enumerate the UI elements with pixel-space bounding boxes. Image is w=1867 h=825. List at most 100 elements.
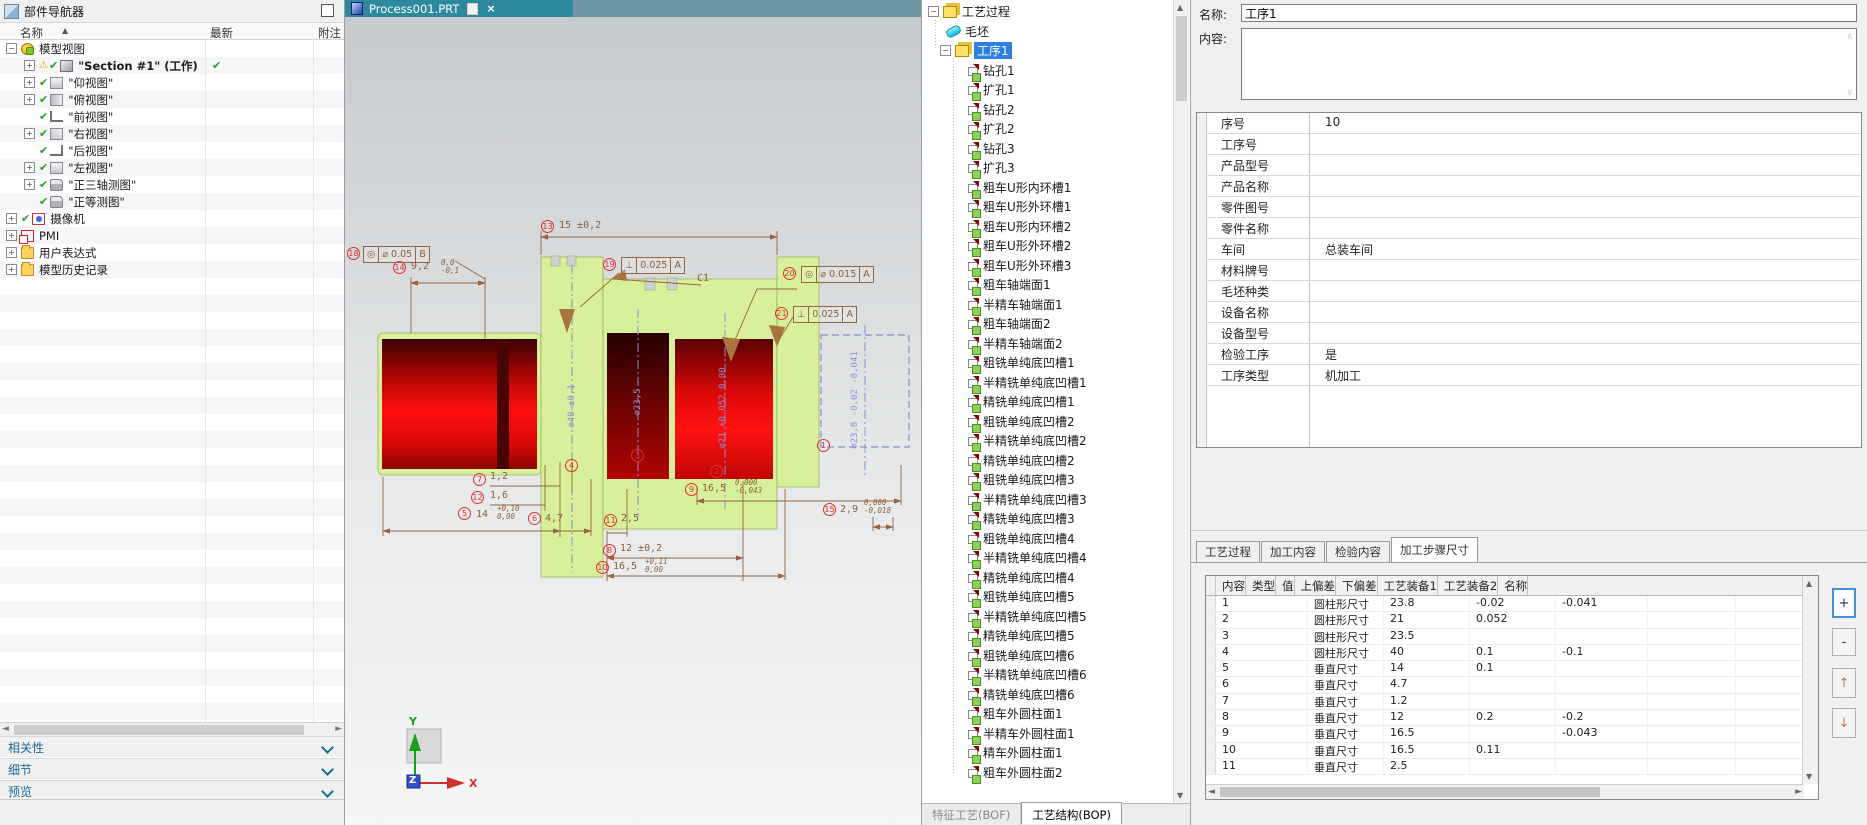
node-label[interactable]: 精铣单纯底凹槽5 — [983, 627, 1075, 644]
property-row[interactable]: 毛坯种类 — [1206, 281, 1861, 302]
tree-row-step[interactable]: 粗车U形内环槽2 — [922, 217, 1172, 238]
expander-icon[interactable]: + — [24, 162, 35, 173]
cell-type[interactable]: 垂直尺寸 — [1308, 742, 1384, 758]
cell-content[interactable]: 11 — [1216, 758, 1308, 775]
scroll-down-icon[interactable]: ▼ — [1177, 791, 1183, 800]
selected-node-label[interactable]: 工序1 — [974, 42, 1012, 60]
tree-row-step[interactable]: 钻孔2 — [922, 100, 1172, 121]
tree-row-step[interactable]: 粗铣单纯底凹槽4 — [922, 529, 1172, 550]
tree-row[interactable]: + ✔ "右视图" — [0, 125, 344, 142]
cell-lower-dev[interactable]: -0.041 — [1556, 596, 1648, 612]
node-label[interactable]: 粗车U形外环槽3 — [983, 257, 1071, 274]
header-cell[interactable]: 下偏差 — [1336, 576, 1378, 595]
cell-type[interactable]: 垂直尺寸 — [1308, 661, 1384, 677]
chevron-down-icon[interactable] — [321, 741, 334, 754]
cell-type[interactable]: 圆柱形尺寸 — [1308, 644, 1384, 661]
node-label[interactable]: 粗铣单纯底凹槽1 — [983, 354, 1075, 371]
cell-content[interactable]: 9 — [1216, 726, 1308, 742]
table-row[interactable]: 5 垂直尺寸 14 0.1 — [1206, 661, 1818, 678]
tree-row-step[interactable]: 扩孔3 — [922, 158, 1172, 180]
expander-icon[interactable]: + — [6, 247, 17, 258]
table-row[interactable]: 6 垂直尺寸 4.7 — [1206, 677, 1818, 694]
cell-upper-dev[interactable]: 0.052 — [1470, 612, 1556, 628]
node-label[interactable]: 钻孔2 — [983, 101, 1015, 118]
cell-tooling1[interactable] — [1648, 644, 1736, 661]
tree-row-step[interactable]: 半精铣单纯底凹槽3 — [922, 490, 1172, 511]
expander-icon[interactable]: + — [6, 264, 17, 275]
tree-row-step[interactable]: 粗车轴端面1 — [922, 275, 1172, 297]
node-label[interactable]: 粗车U形内环槽1 — [983, 179, 1071, 196]
tree-row-operation[interactable]: − 工序1 — [922, 41, 1172, 61]
cell-tooling1[interactable] — [1648, 742, 1736, 758]
cell-lower-dev[interactable]: -0.1 — [1556, 644, 1648, 661]
cell-upper-dev[interactable] — [1470, 628, 1556, 644]
node-label[interactable]: 精铣单纯底凹槽4 — [983, 569, 1075, 586]
remove-row-button[interactable]: - — [1832, 628, 1856, 656]
chevron-down-icon[interactable] — [321, 785, 334, 798]
property-row[interactable]: 序号 10 — [1206, 113, 1861, 134]
detail-tab[interactable]: 检验内容 — [1326, 541, 1390, 562]
cell-value[interactable]: 16.5 — [1384, 742, 1470, 758]
column-note[interactable]: 附注 — [318, 25, 341, 41]
tree-row-step[interactable]: 半精铣单纯底凹槽2 — [922, 431, 1172, 453]
tree-row[interactable]: ✔ "前视图" — [0, 108, 344, 125]
expander-icon[interactable]: + — [24, 128, 35, 139]
header-cell[interactable]: 上偏差 — [1295, 576, 1336, 595]
expander-icon[interactable]: − — [940, 45, 951, 57]
node-label[interactable]: 粗车外圆柱面2 — [983, 764, 1063, 781]
node-label[interactable]: 半精车外圆柱面1 — [983, 725, 1075, 742]
scroll-down-icon[interactable]: ▼ — [1806, 772, 1812, 781]
close-icon[interactable]: × — [486, 2, 495, 15]
cell-content[interactable]: 5 — [1216, 661, 1308, 677]
tree-row-step[interactable]: 半精车轴端面1 — [922, 295, 1172, 316]
expander-icon[interactable]: − — [6, 43, 17, 54]
cell-upper-dev[interactable] — [1470, 726, 1556, 742]
expander-icon[interactable]: + — [24, 60, 35, 71]
tab-title[interactable]: Process001.PRT — [369, 2, 459, 16]
tree-row[interactable]: ✔ "后视图" — [0, 142, 344, 159]
node-label[interactable]: 粗车U形外环槽1 — [983, 198, 1071, 215]
sort-ascending-icon[interactable]: ▲ — [62, 26, 68, 35]
cell-value[interactable]: 1.2 — [1384, 693, 1470, 710]
cell-lower-dev[interactable] — [1556, 758, 1648, 775]
property-row[interactable]: 检验工序 是 — [1206, 344, 1861, 365]
name-input[interactable] — [1241, 4, 1857, 22]
cell-value[interactable]: 4.7 — [1384, 677, 1470, 693]
table-vertical-scrollbar[interactable]: ▲ ▼ — [1802, 576, 1818, 784]
tree-row[interactable]: + ✔ "正三轴测图" — [0, 176, 344, 193]
tree-row-step[interactable]: 粗车U形外环槽2 — [922, 236, 1172, 258]
cell-tooling1[interactable] — [1648, 661, 1736, 677]
cell-type[interactable]: 垂直尺寸 — [1308, 693, 1384, 710]
tree-row[interactable]: − 模型视图 — [0, 40, 344, 57]
scroll-right-icon[interactable]: ► — [335, 724, 342, 734]
scroll-right-icon[interactable]: ► — [1795, 787, 1802, 797]
cell-upper-dev[interactable]: 0.2 — [1470, 710, 1556, 726]
section-header[interactable]: 相关性 — [0, 736, 344, 758]
tree-row-step[interactable]: 精铣单纯底凹槽5 — [922, 626, 1172, 648]
node-label[interactable]: "前视图" — [68, 109, 113, 125]
property-value[interactable]: 是 — [1325, 346, 1337, 363]
node-label[interactable]: 粗车轴端面1 — [983, 276, 1051, 293]
tree-row[interactable]: ✔ "正等测图" — [0, 193, 344, 210]
node-label[interactable]: 粗车U形外环槽2 — [983, 237, 1071, 254]
node-label[interactable]: 粗铣单纯底凹槽3 — [983, 471, 1075, 488]
node-label[interactable]: 扩孔2 — [983, 120, 1015, 137]
cell-tooling1[interactable] — [1648, 758, 1736, 775]
cell-upper-dev[interactable] — [1470, 677, 1556, 693]
cell-content[interactable]: 7 — [1216, 693, 1308, 710]
tree-row-step[interactable]: 半精车轴端面2 — [922, 334, 1172, 355]
node-label[interactable]: 精车外圆柱面1 — [983, 744, 1063, 761]
cell-lower-dev[interactable] — [1556, 677, 1648, 693]
tree-row-step[interactable]: 半精铣单纯底凹槽5 — [922, 607, 1172, 628]
cell-tooling1[interactable] — [1648, 693, 1736, 710]
cell-value[interactable]: 21 — [1384, 612, 1470, 628]
bottom-tab[interactable]: 特征工艺(BOF) — [922, 804, 1022, 825]
content-textarea[interactable] — [1241, 28, 1857, 100]
scroll-up-icon[interactable]: ▲ — [1177, 3, 1183, 12]
tree-row-step[interactable]: 扩孔2 — [922, 119, 1172, 141]
cell-type[interactable]: 垂直尺寸 — [1308, 758, 1384, 775]
tree-column-header[interactable]: 名称 ▲ 最新 附注 — [0, 22, 344, 40]
node-label[interactable]: 钻孔1 — [983, 62, 1015, 79]
cell-type[interactable]: 圆柱形尺寸 — [1308, 596, 1384, 612]
node-label[interactable]: 扩孔1 — [983, 81, 1015, 98]
